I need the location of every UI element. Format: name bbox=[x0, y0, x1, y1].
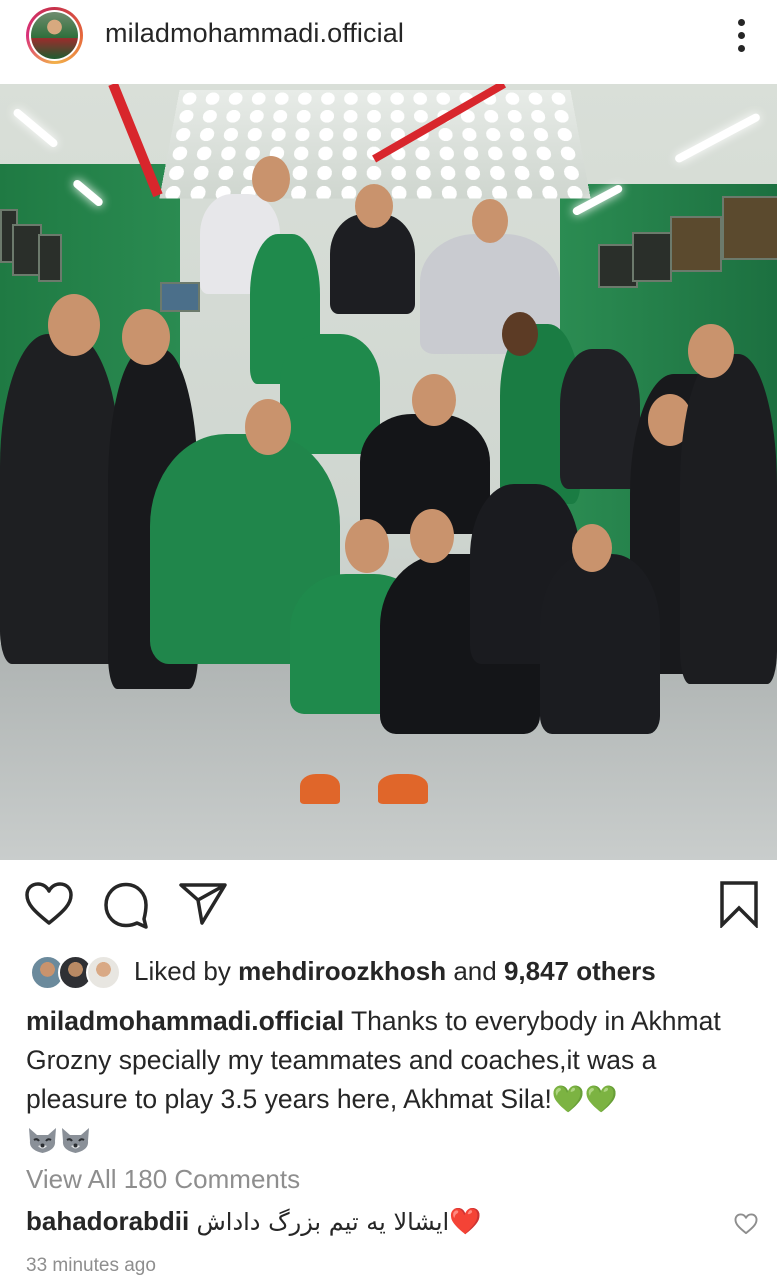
person bbox=[0, 334, 120, 664]
likes-row: Liked by mehdiroozkhosh and 9,847 others bbox=[0, 950, 777, 994]
wall-screen bbox=[722, 196, 777, 260]
caption-username[interactable]: miladmohammadi.official bbox=[26, 1006, 344, 1036]
person-head bbox=[345, 519, 389, 573]
person-head bbox=[688, 324, 734, 378]
post-caption: miladmohammadi.official Thanks to everyb… bbox=[26, 1002, 756, 1158]
person-head bbox=[410, 509, 454, 563]
person bbox=[680, 354, 777, 684]
view-all-comments-link[interactable]: View All 180 Comments bbox=[26, 1164, 300, 1195]
comment-like-heart-icon[interactable] bbox=[734, 1213, 758, 1235]
profile-avatar[interactable] bbox=[26, 7, 83, 64]
ceiling-lights bbox=[159, 89, 591, 199]
wall-screen bbox=[160, 282, 200, 312]
boot bbox=[378, 774, 428, 804]
person bbox=[540, 554, 660, 734]
comment-row: bahadorabdii ایشالا یه تیم بزرگ داداش❤️ bbox=[26, 1206, 482, 1237]
green-hearts-emoji: 💚💚 bbox=[551, 1084, 618, 1114]
person-head bbox=[252, 156, 290, 202]
wolf-emoji-icon bbox=[62, 1128, 89, 1153]
comment-text: ایشالا یه تیم بزرگ داداش bbox=[196, 1208, 450, 1236]
post-photo[interactable] bbox=[0, 84, 777, 860]
boot bbox=[300, 774, 340, 804]
paper-plane-icon[interactable] bbox=[179, 882, 227, 926]
lamp bbox=[673, 112, 762, 164]
person-head bbox=[245, 399, 291, 455]
likes-prefix: Liked by bbox=[134, 956, 231, 986]
dot bbox=[738, 19, 745, 26]
person bbox=[560, 349, 640, 489]
likes-and: and bbox=[453, 956, 497, 986]
lamp bbox=[11, 107, 60, 149]
person-head bbox=[502, 312, 538, 356]
person bbox=[330, 214, 415, 314]
person-head bbox=[48, 294, 100, 356]
liker-avatar[interactable] bbox=[86, 955, 121, 990]
wall-screen bbox=[670, 216, 722, 272]
person-head bbox=[572, 524, 612, 572]
likes-text: Liked by mehdiroozkhosh and 9,847 others bbox=[134, 956, 656, 987]
person-head bbox=[412, 374, 456, 426]
heart-outline-icon[interactable] bbox=[24, 881, 74, 927]
post-timestamp: 33 minutes ago bbox=[26, 1255, 156, 1276]
more-vertical-icon[interactable] bbox=[732, 17, 752, 53]
person-head bbox=[355, 184, 393, 228]
red-heart-emoji: ❤️ bbox=[449, 1206, 482, 1236]
avatar-ring bbox=[29, 10, 80, 61]
bookmark-icon[interactable] bbox=[719, 880, 759, 928]
action-bar bbox=[0, 860, 777, 950]
comment-username[interactable]: bahadorabdii bbox=[26, 1206, 189, 1236]
wall-screen bbox=[632, 232, 672, 282]
dot bbox=[738, 32, 745, 39]
comment-bubble-icon[interactable] bbox=[102, 881, 150, 929]
post-username[interactable]: miladmohammadi.official bbox=[105, 18, 404, 49]
likes-user-link[interactable]: mehdiroozkhosh bbox=[238, 956, 446, 986]
dot bbox=[738, 45, 745, 52]
wolf-emoji-icon bbox=[29, 1128, 56, 1153]
wall-screen bbox=[38, 234, 62, 282]
post-header: miladmohammadi.official bbox=[0, 0, 777, 84]
person-head bbox=[472, 199, 508, 243]
avatar-photo bbox=[31, 12, 78, 59]
person-head bbox=[122, 309, 170, 365]
person bbox=[280, 334, 380, 454]
likes-others-link[interactable]: 9,847 others bbox=[504, 956, 656, 986]
